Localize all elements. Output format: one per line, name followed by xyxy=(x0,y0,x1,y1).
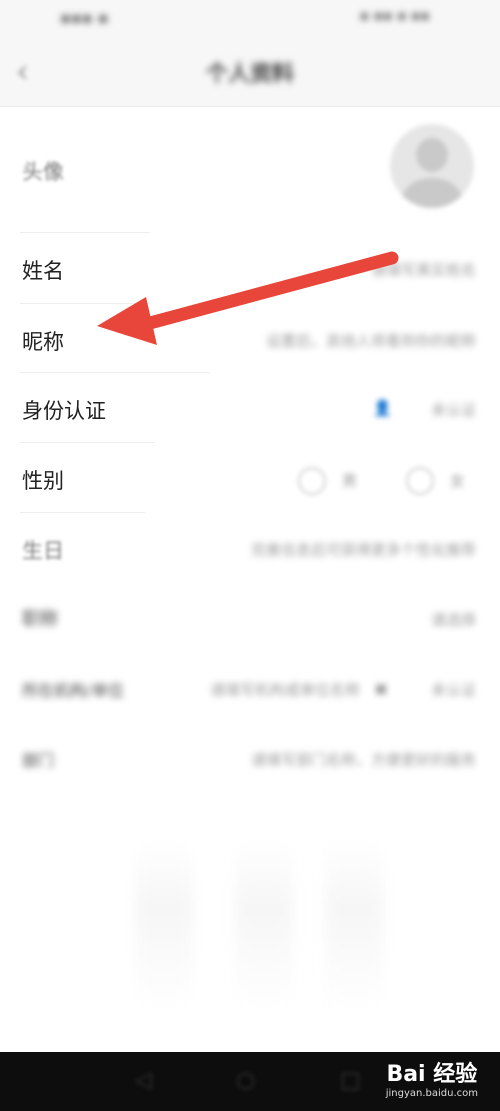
status-icons: ▪ ▪▪ ▪ ▪▪ xyxy=(359,8,430,24)
page-title: 个人资料 xyxy=(205,62,294,87)
department-row[interactable]: 部门 请填写部门名称，方便更好的服务 xyxy=(0,723,500,793)
gender-female-radio[interactable] xyxy=(406,467,434,495)
identity-label: 身份认证 xyxy=(22,399,106,423)
avatar-label: 头像 xyxy=(22,160,64,184)
identity-row[interactable]: 身份认证 👤 未认证 xyxy=(0,373,500,443)
job-title-row[interactable]: 职称 请选择 xyxy=(0,583,500,653)
name-input[interactable]: 请填写真实姓名 xyxy=(371,259,476,280)
job-title-select[interactable]: 请选择 xyxy=(431,609,476,630)
name-label: 姓名 xyxy=(22,259,64,283)
gender-label: 性别 xyxy=(22,469,64,493)
gender-male-radio[interactable] xyxy=(298,467,326,495)
person-icon: 👤 xyxy=(373,399,392,417)
identity-status[interactable]: 未认证 xyxy=(431,399,476,420)
institution-status[interactable]: 未认证 xyxy=(431,679,476,700)
name-row[interactable]: 姓名 请填写真实姓名 xyxy=(0,233,500,303)
gender-female-label: 女 xyxy=(450,472,466,490)
institution-row[interactable]: 所在机构/单位 请填写机构或单位名称 ▣ 未认证 xyxy=(0,653,500,723)
blurred-background-block xyxy=(135,840,193,1010)
birthday-label: 生日 xyxy=(22,539,64,563)
avatar-head-shape xyxy=(416,138,448,172)
nav-home-icon[interactable]: ○ xyxy=(236,1068,255,1093)
department-input[interactable]: 请填写部门名称，方便更好的服务 xyxy=(251,749,476,770)
nickname-input[interactable]: 设置后，其他人将看到你的昵称 xyxy=(266,330,476,351)
nav-back-icon[interactable]: ◁ xyxy=(135,1068,152,1093)
avatar[interactable] xyxy=(390,124,474,208)
avatar-body-shape xyxy=(402,178,462,208)
baidu-jingyan-watermark: Bai 经验 jingyan.baidu.com xyxy=(386,1056,478,1099)
nickname-label: 昵称 xyxy=(22,330,64,354)
birthday-row[interactable]: 生日 完善信息后可获得更多个性化推荐 xyxy=(0,513,500,583)
birthday-input[interactable]: 完善信息后可获得更多个性化推荐 xyxy=(251,539,476,560)
nav-recents-icon[interactable]: □ xyxy=(340,1068,361,1093)
institution-input[interactable]: 请填写机构或单位名称 xyxy=(210,679,360,700)
nav-bar: ‹ 个人资料 xyxy=(0,34,500,107)
nickname-row[interactable]: 昵称 设置后，其他人将看到你的昵称 xyxy=(0,304,500,374)
status-time: ▪▪▪ ▪ xyxy=(60,8,109,27)
gender-male-label: 男 xyxy=(342,472,358,490)
department-label: 部门 xyxy=(22,751,55,770)
blurred-background-block xyxy=(325,840,383,1010)
job-title-label: 职称 xyxy=(22,609,58,630)
institution-label: 所在机构/单位 xyxy=(22,681,124,700)
status-bar: ▪▪▪ ▪ ▪ ▪▪ ▪ ▪▪ xyxy=(0,0,500,34)
badge-icon: ▣ xyxy=(373,679,388,697)
watermark-brand: Bai 经验 xyxy=(386,1062,478,1087)
blurred-background-block xyxy=(235,840,293,1010)
watermark-url: jingyan.baidu.com xyxy=(385,1088,478,1099)
